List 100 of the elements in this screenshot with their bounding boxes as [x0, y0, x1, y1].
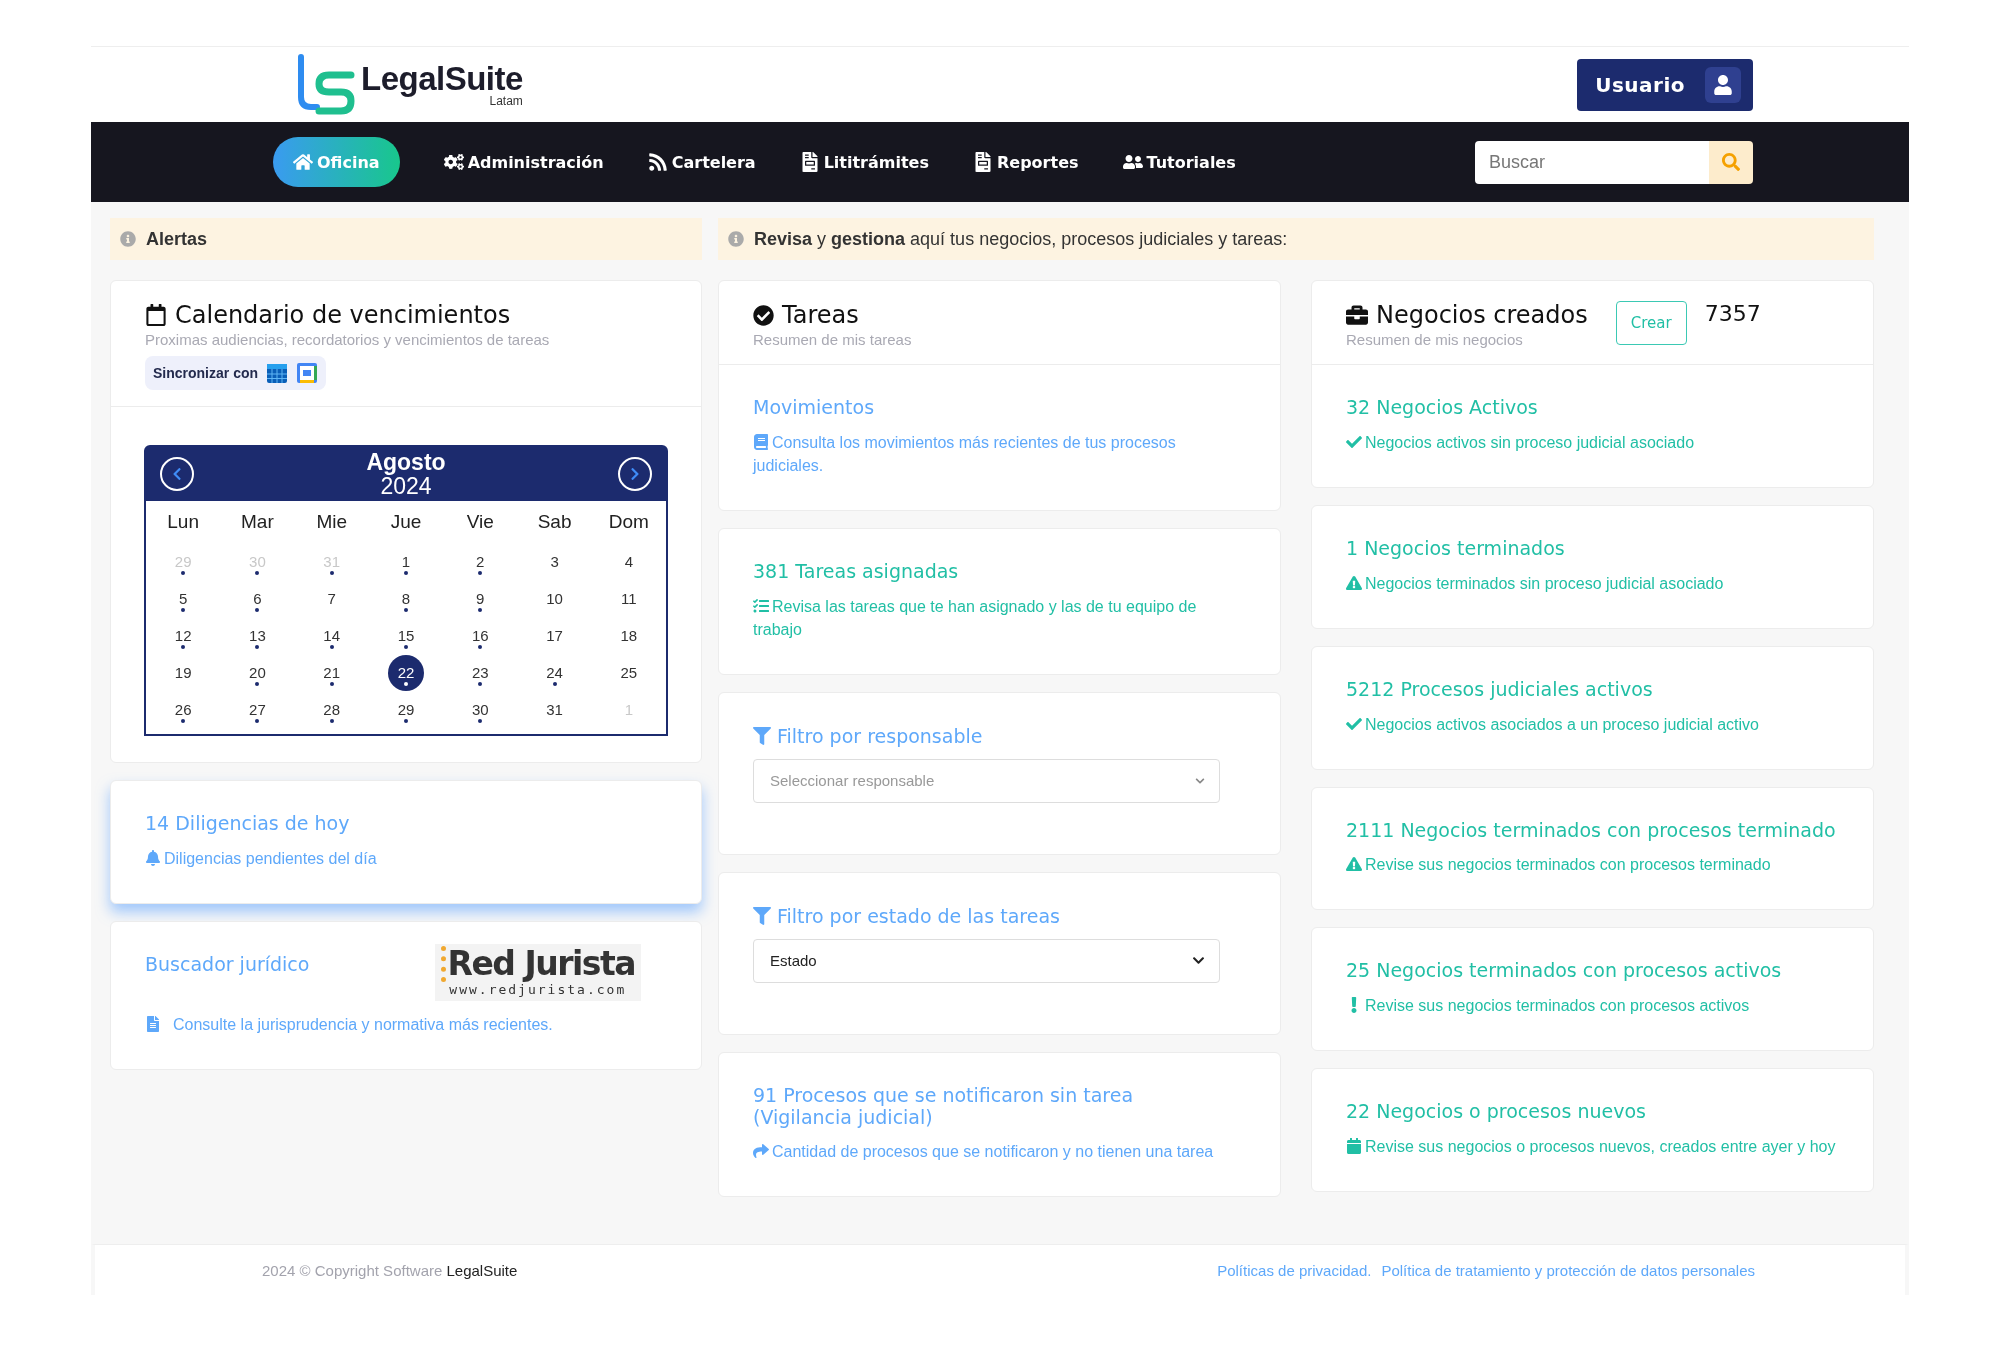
document-chart-icon — [973, 152, 993, 172]
card-description: Negocios activos asociados a un proceso judicial activo — [1346, 712, 1843, 736]
calendar-day[interactable]: 30 — [462, 691, 499, 728]
nav-tab[interactable]: Tutoriales — [1122, 137, 1236, 187]
alerts-title: Alertas — [146, 228, 208, 250]
calendar-day[interactable]: 24 — [536, 654, 573, 691]
calendar-day[interactable]: 26 — [165, 691, 202, 728]
weekday-label: Dom — [607, 510, 650, 534]
previous-month-button[interactable] — [160, 457, 194, 491]
card-description: Negocios terminados sin proceso judicial asociado — [1346, 571, 1843, 595]
business-count: 7357 — [1704, 301, 1761, 326]
calendar-day[interactable]: 1 — [388, 543, 424, 580]
home-icon — [293, 152, 313, 172]
calendar-day[interactable]: 3 — [536, 543, 573, 580]
weekday-label: Mie — [315, 510, 348, 534]
calendar-day[interactable]: 15 — [388, 617, 424, 654]
weekday-label: Lun — [166, 510, 200, 534]
rss-icon — [647, 152, 668, 172]
card-description: Revise sus negocios terminados con procesos activos — [1346, 994, 1843, 1018]
calendar-day[interactable]: 8 — [388, 580, 424, 617]
briefcase-icon — [1346, 304, 1368, 326]
card-subtitle: Resumen de mis tareas — [753, 331, 912, 348]
document-icon — [145, 1016, 161, 1033]
info-icon — [728, 231, 744, 247]
check-icon — [1346, 715, 1362, 732]
nav-tab[interactable]: Administración — [443, 137, 604, 187]
card-description: Revise sus negocios o procesos nuevos, creados entre ayer y hoy — [1346, 1135, 1843, 1159]
card-description: Consulte la jurisprudencia y normativa más recientes. — [145, 1013, 641, 1037]
user-button[interactable]: Usuario — [1577, 58, 1753, 111]
info-icon — [120, 231, 136, 247]
card-title: Negocios creados — [1346, 301, 1588, 329]
calendar-app-icon[interactable] — [266, 362, 289, 384]
weekday-label: Sab — [536, 510, 573, 534]
warning-icon — [1346, 856, 1362, 873]
search-field[interactable]: Buscar — [1475, 140, 1709, 184]
calendar-day[interactable]: 22 — [388, 654, 424, 691]
partner-logo-name: Red Jurista — [440, 945, 635, 983]
calendar-day[interactable]: 27 — [239, 691, 276, 728]
users-icon — [1122, 152, 1143, 172]
calendar-day[interactable]: 31 — [536, 691, 573, 728]
gears-icon — [443, 152, 464, 172]
user-icon — [1713, 74, 1733, 95]
calendar-day[interactable]: 16 — [462, 617, 499, 654]
card-subtitle: Resumen de mis negocios — [1346, 331, 1524, 348]
nav-tab[interactable]: Cartelera — [647, 137, 756, 187]
calendar-day[interactable]: 5 — [165, 580, 202, 617]
checklist-icon — [753, 597, 769, 614]
filter-title: Filtro por responsable — [753, 724, 1220, 747]
calendar-day[interactable]: 21 — [313, 654, 350, 691]
calendar-day[interactable]: 25 — [610, 654, 647, 691]
warning-icon — [1346, 574, 1362, 591]
filter-icon — [753, 906, 771, 925]
sync-label: Sincronizar con — [153, 365, 259, 381]
calendar-day[interactable]: 14 — [313, 617, 350, 654]
nav-tab[interactable]: Reportes — [973, 137, 1079, 187]
filter-title: Filtro por estado de las tareas — [753, 904, 1220, 927]
weekday-label: Jue — [389, 510, 423, 534]
calendar-day[interactable]: 6 — [239, 580, 276, 617]
logo-name: LegalSuite — [361, 62, 523, 95]
calendar-icon — [1346, 1138, 1362, 1155]
card-description: Consulta los movimientos más recientes de tus procesos judiciales. — [753, 432, 1177, 476]
calendar-day[interactable]: 19 — [165, 654, 202, 691]
calendar-day[interactable]: 13 — [239, 617, 276, 654]
bell-icon — [145, 849, 161, 866]
calendar-icon — [145, 304, 167, 326]
calendar-day[interactable]: 28 — [313, 691, 350, 728]
card-subtitle: Proximas audiencias, recordatorios y vencimientos de tareas — [145, 331, 550, 348]
calendar-day[interactable]: 29 — [388, 691, 424, 728]
partner-logo-url: www.redjurista.com — [449, 982, 627, 998]
search-button[interactable] — [1709, 140, 1753, 184]
select-field[interactable]: Estado — [753, 938, 1220, 983]
partner-logo[interactable]: Red Jurista www.redjurista.com — [434, 943, 641, 1002]
filter-icon — [753, 726, 771, 745]
month-label: Agosto — [366, 449, 446, 474]
card-title: Tareas — [753, 301, 912, 329]
book-icon — [753, 433, 769, 450]
next-month-button[interactable] — [618, 457, 652, 491]
card-description: Diligencias pendientes del día — [145, 846, 641, 870]
calendar-day[interactable]: 7 — [313, 580, 350, 617]
check-icon — [1346, 433, 1362, 450]
calendar-app-icon[interactable] — [296, 362, 319, 384]
copyright-text: 2024 © Copyright Software LegalSuite — [262, 1261, 518, 1279]
weekday-label: Vie — [465, 510, 495, 534]
calendar-day[interactable]: 9 — [462, 580, 499, 617]
card-description: Negocios activos sin proceso judicial asociado — [1346, 430, 1843, 454]
nav-tab[interactable]: Lititrámites — [799, 137, 929, 187]
calendar-day[interactable]: 11 — [610, 580, 647, 617]
share-arrow-icon — [753, 1143, 769, 1160]
chevron-icon — [1195, 775, 1205, 786]
calendar-day[interactable]: 23 — [462, 654, 499, 691]
calendar-day[interactable]: 20 — [239, 654, 276, 691]
weekday-label: Mar — [240, 510, 275, 534]
year-label: 2024 — [380, 474, 432, 499]
calendar-day[interactable]: 10 — [536, 580, 573, 617]
calendar-day[interactable]: 18 — [610, 617, 647, 654]
calendar-day[interactable]: 2 — [462, 543, 499, 580]
calendar-day[interactable]: 4 — [610, 543, 647, 580]
card-description: Revise sus negocios terminados con procesos terminado — [1346, 853, 1843, 877]
calendar-day[interactable]: 12 — [165, 617, 202, 654]
calendar-day[interactable]: 17 — [536, 617, 573, 654]
